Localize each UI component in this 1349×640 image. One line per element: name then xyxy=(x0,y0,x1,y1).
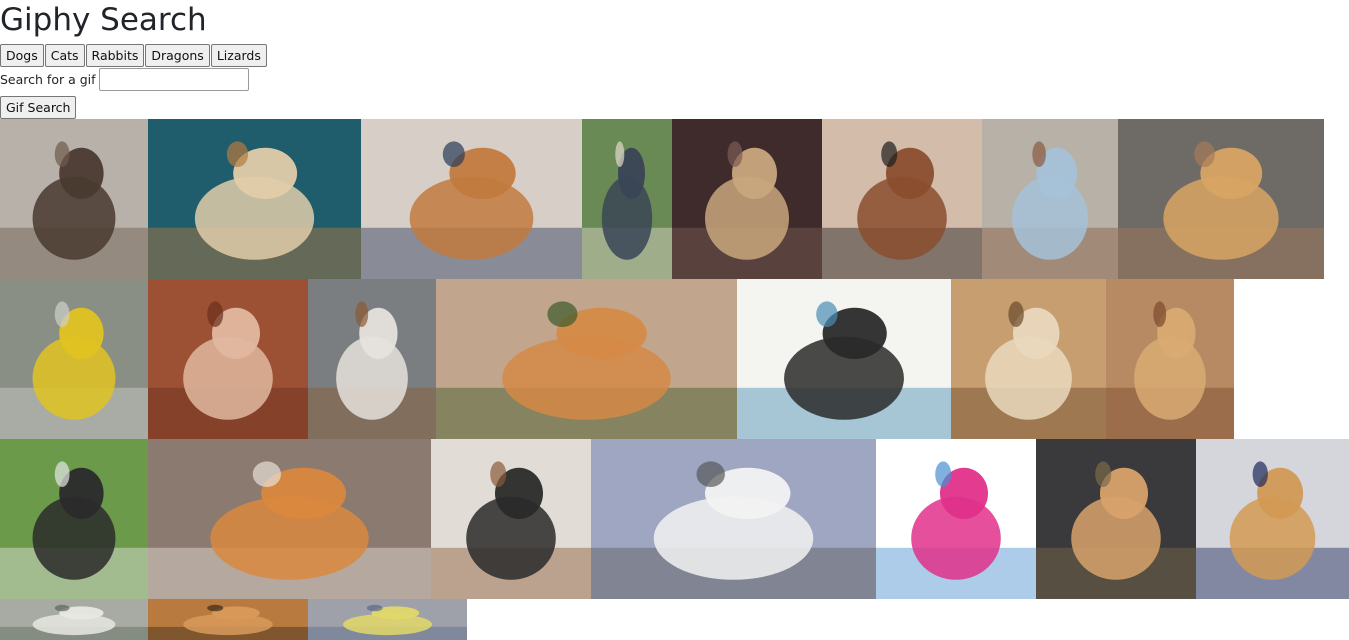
gif-child-with-corgi[interactable] xyxy=(148,279,308,439)
gif-dog-standing-at-gate[interactable] xyxy=(0,119,148,279)
gif-image xyxy=(1036,439,1196,599)
gif-image xyxy=(148,119,361,279)
gif-car-window[interactable] xyxy=(0,599,148,640)
gif-image xyxy=(148,439,431,599)
gif-puppies-in-grass[interactable] xyxy=(0,439,148,599)
gif-image xyxy=(308,599,467,640)
gif-image xyxy=(1118,119,1324,279)
topic-button-dogs[interactable]: Dogs xyxy=(0,44,44,67)
gif-corgi-lying-down[interactable] xyxy=(436,279,737,439)
gif-brown-dog-closeup[interactable] xyxy=(148,599,308,640)
topic-buttons: Dogs Cats Rabbits Dragons Lizards xyxy=(0,44,268,67)
gif-woman-by-car[interactable] xyxy=(582,119,672,279)
gif-sleeping-cartoon[interactable] xyxy=(876,439,1036,599)
page-title: Giphy Search xyxy=(0,2,207,38)
gif-image xyxy=(361,119,582,279)
gif-pug-on-bed[interactable] xyxy=(672,119,822,279)
gif-search-button[interactable]: Gif Search xyxy=(0,96,77,119)
topic-button-dragons[interactable]: Dragons xyxy=(145,44,210,67)
gif-dog-riding-tortoise[interactable] xyxy=(1036,439,1196,599)
gif-image xyxy=(591,439,876,599)
gif-image xyxy=(431,439,591,599)
gif-golden-retriever[interactable] xyxy=(1118,119,1324,279)
gif-image xyxy=(148,279,308,439)
gif-three-dogs-posing[interactable] xyxy=(148,119,361,279)
gif-good-morning-cartoon[interactable] xyxy=(737,279,951,439)
gif-excavator[interactable] xyxy=(0,279,148,439)
gif-husky-puppy[interactable] xyxy=(431,439,591,599)
gif-dogs-hugging-by-river[interactable] xyxy=(308,279,436,439)
gif-image xyxy=(0,279,148,439)
gif-shiba-on-laptop[interactable] xyxy=(361,119,582,279)
gif-image xyxy=(1196,439,1349,599)
giphy-search-page: Giphy Search Dogs Cats Rabbits Dragons L… xyxy=(0,0,1349,640)
gif-image xyxy=(876,439,1036,599)
search-row: Search for a gif xyxy=(0,68,249,91)
topic-button-rabbits[interactable]: Rabbits xyxy=(85,44,145,67)
gif-image xyxy=(148,599,308,640)
gif-image xyxy=(0,119,148,279)
search-label: Search for a gif xyxy=(0,72,96,87)
gif-image xyxy=(737,279,951,439)
gif-image xyxy=(0,439,148,599)
gif-image xyxy=(0,599,148,640)
gif-image xyxy=(1106,279,1234,439)
gif-lab-with-bubble[interactable] xyxy=(951,279,1106,439)
topic-button-lizards[interactable]: Lizards xyxy=(210,44,267,67)
gif-image xyxy=(308,279,436,439)
gif-dogs-on-leashes[interactable] xyxy=(982,119,1118,279)
gif-pixel-street[interactable] xyxy=(308,599,467,640)
gif-chinese-crested-wind[interactable] xyxy=(591,439,876,599)
gif-image xyxy=(672,119,822,279)
gif-dachshund-on-floor[interactable] xyxy=(822,119,982,279)
gif-image xyxy=(436,279,737,439)
gif-bulldog-puppies-in-bed[interactable] xyxy=(1196,439,1349,599)
gif-image xyxy=(822,119,982,279)
gif-pomeranian-with-towel[interactable] xyxy=(148,439,431,599)
search-input[interactable] xyxy=(98,68,249,91)
topic-button-cats[interactable]: Cats xyxy=(44,44,85,67)
gif-image xyxy=(982,119,1118,279)
gif-golden-pups-standing[interactable] xyxy=(1106,279,1234,439)
gif-image xyxy=(582,119,672,279)
gif-image xyxy=(951,279,1106,439)
